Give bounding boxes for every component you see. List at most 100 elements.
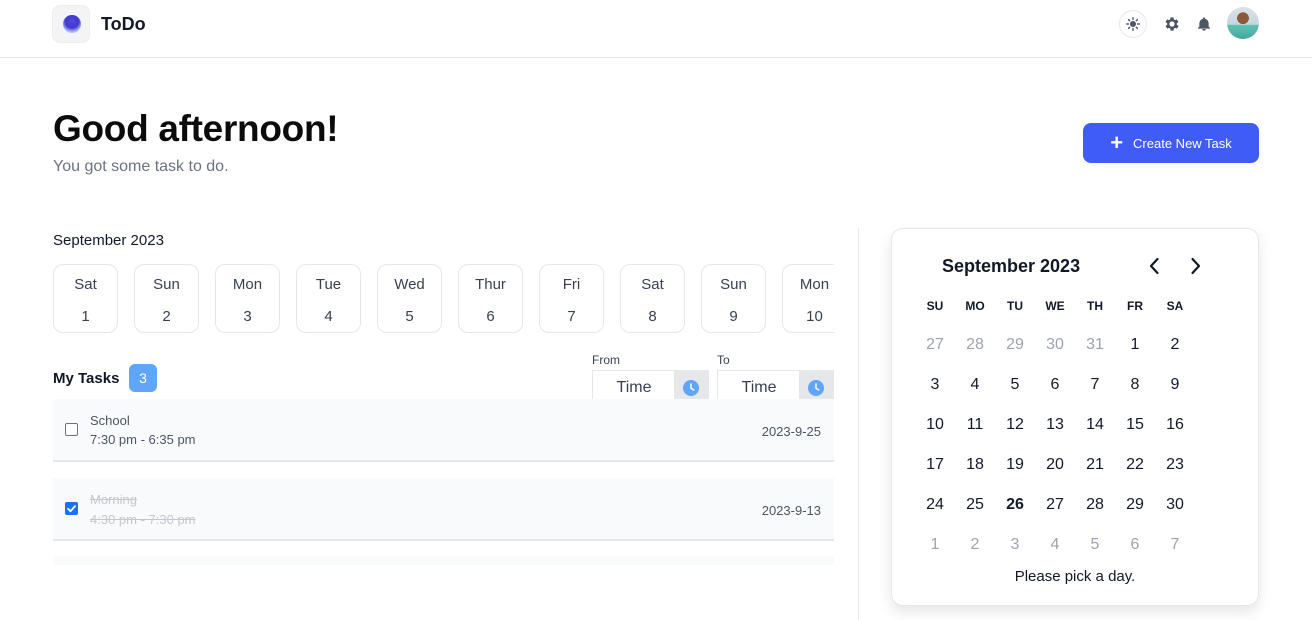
day-card[interactable]: Sun 2	[134, 264, 199, 333]
calendar-day[interactable]: 28	[1075, 490, 1115, 520]
calendar-day-outside-month[interactable]: 7	[1155, 530, 1195, 560]
day-card[interactable]: Fri 7	[539, 264, 604, 333]
task-row[interactable]: School 7:30 pm - 6:35 pm 2023-9-25	[53, 399, 834, 462]
calendar-day[interactable]: 23	[1155, 450, 1195, 480]
clock-icon	[683, 380, 699, 396]
settings-button[interactable]	[1158, 10, 1186, 38]
calendar-day[interactable]: 24	[915, 490, 955, 520]
calendar-day[interactable]: 14	[1075, 410, 1115, 440]
from-label: From	[592, 353, 620, 367]
day-number: 1	[81, 308, 90, 325]
check-icon	[67, 505, 76, 513]
day-card[interactable]: Sat 1	[53, 264, 118, 333]
calendar-day[interactable]: 17	[915, 450, 955, 480]
calendar-day-outside-month[interactable]: 30	[1035, 330, 1075, 360]
calendar-day-today[interactable]: 26	[995, 490, 1035, 520]
day-name: Sat	[74, 276, 97, 293]
app-title: ToDo	[101, 14, 146, 34]
calendar-day-outside-month[interactable]: 6	[1115, 530, 1155, 560]
task-date: 2023-9-25	[761, 424, 821, 439]
calendar-day[interactable]: 27	[1035, 490, 1075, 520]
day-strip: Sat 1 Sun 2 Mon 3 Tue 4 Wed 5 Thur 6 Fri…	[53, 264, 834, 334]
day-card[interactable]: Sun 9	[701, 264, 766, 333]
task-count-badge: 3	[129, 364, 157, 392]
greeting-title: Good afternoon!	[53, 108, 339, 149]
calendar-day-outside-month[interactable]: 28	[955, 330, 995, 360]
create-new-task-button[interactable]: + Create New Task	[1083, 123, 1259, 163]
calendar-day-outside-month[interactable]: 5	[1075, 530, 1115, 560]
calendar-day-outside-month[interactable]: 27	[915, 330, 955, 360]
next-month-button[interactable]	[1184, 254, 1208, 278]
calendar-day[interactable]: 22	[1115, 450, 1155, 480]
day-number: 10	[806, 308, 823, 325]
weekday-header: SA	[1166, 299, 1184, 313]
task-row-partial	[53, 556, 834, 565]
calendar-day-outside-month[interactable]: 2	[955, 530, 995, 560]
app-logo[interactable]	[52, 5, 90, 43]
day-card[interactable]: Wed 5	[377, 264, 442, 333]
calendar-day[interactable]: 16	[1155, 410, 1195, 440]
calendar-day[interactable]: 19	[995, 450, 1035, 480]
calendar-day[interactable]: 5	[995, 370, 1035, 400]
day-strip-month: September 2023	[53, 232, 164, 249]
calendar-footer: Please pick a day.	[1014, 568, 1136, 585]
calendar-day[interactable]: 12	[995, 410, 1035, 440]
task-checkbox[interactable]	[65, 423, 78, 436]
theme-toggle-button[interactable]	[1119, 10, 1147, 38]
task-name: Morning	[90, 492, 137, 507]
chevron-right-icon	[1191, 257, 1201, 275]
day-number: 5	[405, 308, 414, 325]
calendar-day[interactable]: 15	[1115, 410, 1155, 440]
calendar-day-outside-month[interactable]: 31	[1075, 330, 1115, 360]
bell-icon	[1198, 17, 1210, 31]
calendar-day[interactable]: 11	[955, 410, 995, 440]
to-label: To	[717, 353, 730, 367]
calendar-day[interactable]: 30	[1155, 490, 1195, 520]
weekday-header: FR	[1127, 299, 1143, 313]
task-checkbox-checked[interactable]	[65, 502, 78, 515]
day-number: 6	[486, 308, 495, 325]
task-time: 7:30 pm - 6:35 pm	[90, 432, 196, 447]
day-number: 2	[162, 308, 171, 325]
day-name: Sat	[641, 276, 664, 293]
day-card[interactable]: Sat 8	[620, 264, 685, 333]
notifications-button[interactable]	[1190, 10, 1218, 38]
calendar-day[interactable]: 9	[1155, 370, 1195, 400]
day-name: Wed	[394, 276, 425, 293]
calendar-day[interactable]: 13	[1035, 410, 1075, 440]
day-card[interactable]: Tue 4	[296, 264, 361, 333]
calendar-day-outside-month[interactable]: 29	[995, 330, 1035, 360]
weekday-header: TU	[1007, 299, 1023, 313]
day-name: Sun	[720, 276, 747, 293]
calendar-day-outside-month[interactable]: 4	[1035, 530, 1075, 560]
calendar-day[interactable]: 29	[1115, 490, 1155, 520]
task-date: 2023-9-13	[761, 503, 821, 518]
calendar-day[interactable]: 10	[915, 410, 955, 440]
greeting-subtitle: You got some task to do.	[53, 158, 229, 175]
calendar-widget: September 2023 SU MO TU WE TH FR SA 27 28 29 30 31 1…	[891, 228, 1259, 606]
day-card[interactable]: Mon 10	[782, 264, 834, 333]
calendar-day[interactable]: 20	[1035, 450, 1075, 480]
day-card[interactable]: Mon 3	[215, 264, 280, 333]
calendar-day[interactable]: 2	[1155, 330, 1195, 360]
calendar-day[interactable]: 8	[1115, 370, 1155, 400]
day-name: Sun	[153, 276, 180, 293]
calendar-day-outside-month[interactable]: 3	[995, 530, 1035, 560]
calendar-day[interactable]: 3	[915, 370, 955, 400]
calendar-day[interactable]: 7	[1075, 370, 1115, 400]
calendar-day[interactable]: 4	[955, 370, 995, 400]
clock-icon	[808, 380, 824, 396]
day-number: 4	[324, 308, 333, 325]
calendar-day[interactable]: 21	[1075, 450, 1115, 480]
task-name: School	[90, 413, 130, 428]
user-avatar[interactable]	[1227, 7, 1259, 39]
task-row[interactable]: Morning 4:30 pm - 7:30 pm 2023-9-13	[53, 478, 834, 541]
calendar-day[interactable]: 1	[1115, 330, 1155, 360]
day-name: Mon	[232, 276, 263, 293]
calendar-day[interactable]: 25	[955, 490, 995, 520]
calendar-day[interactable]: 18	[955, 450, 995, 480]
calendar-day-outside-month[interactable]: 1	[915, 530, 955, 560]
calendar-day[interactable]: 6	[1035, 370, 1075, 400]
previous-month-button[interactable]	[1142, 254, 1166, 278]
day-card[interactable]: Thur 6	[458, 264, 523, 333]
